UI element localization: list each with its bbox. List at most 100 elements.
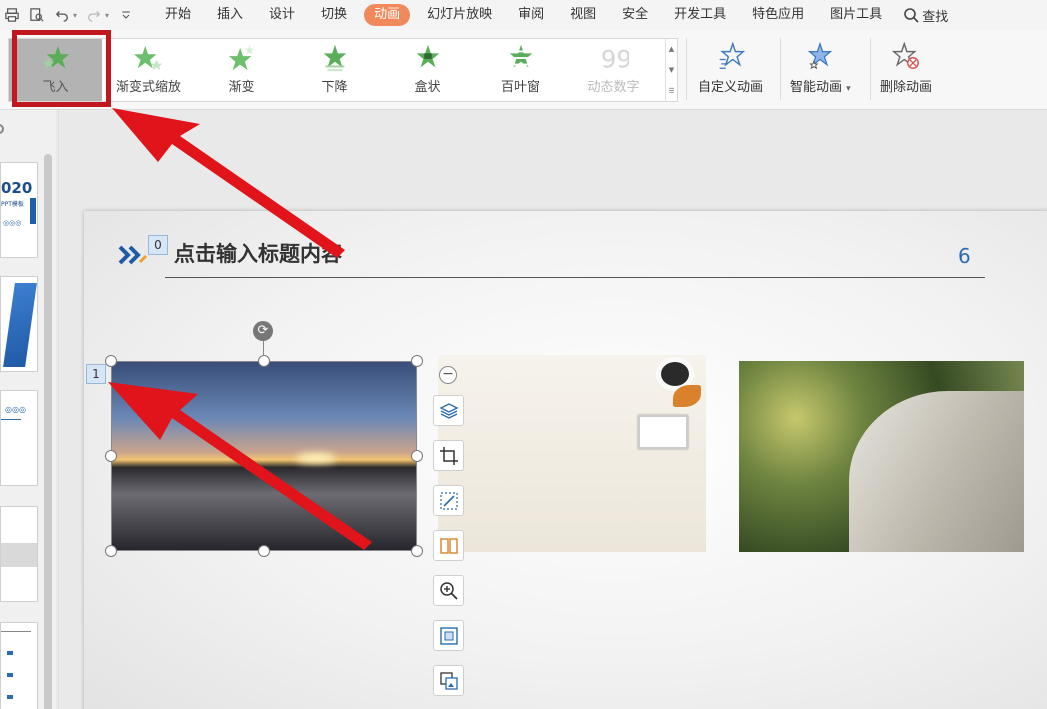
effect-fade-zoom[interactable]: 渐变式缩放 [102,39,195,101]
gallery-more-icon[interactable]: ☰ [668,87,674,95]
redo-dropdown-icon[interactable]: ▾ [105,11,109,20]
custom-animation-label: 自定义动画 [698,80,764,95]
slide-thumbnail-2[interactable] [0,276,38,372]
redo-icon[interactable] [86,7,102,23]
thumb-marker [7,651,13,655]
effect-label: 渐变式缩放 [115,80,181,95]
customize-toolbar-icon[interactable] [118,7,134,23]
replace-tool-button[interactable] [433,665,464,696]
gallery-down-icon[interactable]: ▼ [669,66,674,74]
resize-handle-bottom-right[interactable] [411,545,423,557]
menu-picture-tools[interactable]: 图片工具 [817,4,895,26]
smart-animation-label: 智能动画 ▾ [790,80,851,95]
undo-dropdown-icon[interactable]: ▾ [73,11,77,20]
magic-tool-button[interactable] [433,485,464,516]
panel-collapse-icon[interactable] [0,124,4,134]
resize-handle-left[interactable] [105,450,117,462]
thumb-marker [7,695,13,699]
zoom-tool-button[interactable] [433,575,464,606]
rotate-handle-icon[interactable]: ⟳ [253,321,273,341]
gallery-up-icon[interactable]: ▲ [669,45,674,53]
effect-box[interactable]: 盒状 [381,39,474,101]
menu-slideshow[interactable]: 幻灯片放映 [414,4,505,26]
slide-thumbnail-4[interactable] [0,506,38,602]
svg-text:99: 99 [600,44,628,73]
menu-developer[interactable]: 开发工具 [661,4,739,26]
effect-fade[interactable]: 渐变 [195,39,288,101]
slide-thumbnail-3[interactable]: ◎◎◎ [0,390,38,486]
effect-label: 动态数字 [587,80,640,95]
slide-title[interactable]: 点击输入标题内容 [174,238,342,268]
ribbon-separator [870,38,871,100]
rotation-stem [263,341,264,355]
resize-handle-top-left[interactable] [105,355,117,367]
thumb-dots: ◎◎◎ [5,405,26,414]
resize-handle-right[interactable] [411,450,423,462]
effect-label: 渐变 [228,80,255,95]
slide-page-number: 6 [958,244,971,268]
dynamic-number-icon: 99 [600,44,628,73]
menu-security[interactable]: 安全 [609,4,661,26]
resize-handle-bottom-left[interactable] [105,545,117,557]
custom-animation-button[interactable]: 自定义动画 [698,38,763,102]
split-image-icon [439,537,458,554]
menu-review[interactable]: 审阅 [505,4,557,26]
search-icon [904,8,919,23]
thumb-blue-shape [3,283,37,367]
thumb-gray-block [1,543,37,567]
layers-icon [438,402,459,419]
photo-stack [638,415,688,449]
delete-animation-button[interactable]: 删除动画 [880,38,932,102]
magic-wand-icon [439,491,458,510]
slide-thumbnail-5[interactable] [0,622,38,709]
smart-animation-dropdown-icon[interactable]: ▾ [846,84,851,94]
menu-insert[interactable]: 插入 [204,4,256,26]
collapse-toolbar-icon[interactable]: − [439,366,457,384]
effect-dynamic-number[interactable]: 99 动态数字 [567,39,660,101]
blinds-star-icon [507,44,534,68]
menu-home[interactable]: 开始 [152,4,204,26]
print-preview-icon[interactable] [29,7,45,23]
title-underline [165,277,985,278]
maple-leaf [673,385,701,407]
effect-blinds[interactable]: 百叶窗 [474,39,567,101]
undo-icon[interactable] [54,7,70,23]
fade-zoom-star-icon [133,45,162,71]
effect-descend[interactable]: 下降 [288,39,381,101]
gallery-scroll[interactable]: ▲ ▼ ☰ [665,39,677,101]
menu-transitions[interactable]: 切换 [308,4,360,26]
thumb-year: 020 [1,179,33,197]
replace-image-icon [439,671,458,690]
search-button[interactable]: 查找 [903,6,948,25]
animation-order-badge-image[interactable]: 1 [86,364,106,384]
thumb-line [1,419,21,420]
cat-image[interactable] [739,361,1024,552]
resize-handle-top[interactable] [258,355,270,367]
effect-label: 盒状 [414,80,441,95]
fit-tool-button[interactable] [433,620,464,651]
animation-order-badge-title[interactable]: 0 [148,235,168,255]
smart-animation-button[interactable]: 智能动画 ▾ [790,38,851,102]
split-tool-button[interactable] [433,530,464,561]
print-icon[interactable] [4,7,20,23]
crop-tool-button[interactable] [433,440,464,471]
search-label: 查找 [922,9,949,25]
ribbon-separator [780,38,781,100]
slide-thumbnail-1[interactable]: 020 PPT模板 ◎◎◎ [0,162,38,258]
fit-frame-icon [439,626,458,645]
menu-view[interactable]: 视图 [557,4,609,26]
resize-handle-bottom[interactable] [258,545,270,557]
animation-ribbon: 飞入 渐变式缩放 渐变 下降 盒状 百叶窗 99 动态数字 ▲ ▼ ☰ 自定义动… [0,30,1047,110]
custom-animation-star-icon [719,42,745,69]
thumb-dots: ◎◎◎ [3,219,22,227]
resize-handle-top-right[interactable] [411,355,423,367]
menu-features[interactable]: 特色应用 [739,4,817,26]
menu-design[interactable]: 设计 [256,4,308,26]
smart-animation-star-icon [808,42,833,70]
crop-icon [439,446,458,465]
layers-tool-button[interactable] [433,395,464,426]
menu-animation[interactable]: 动画 [364,4,411,26]
fly-in-highlight-box [12,30,111,107]
thumbnail-scrollbar[interactable] [44,154,52,709]
desk-flatlay-image[interactable] [438,355,706,552]
